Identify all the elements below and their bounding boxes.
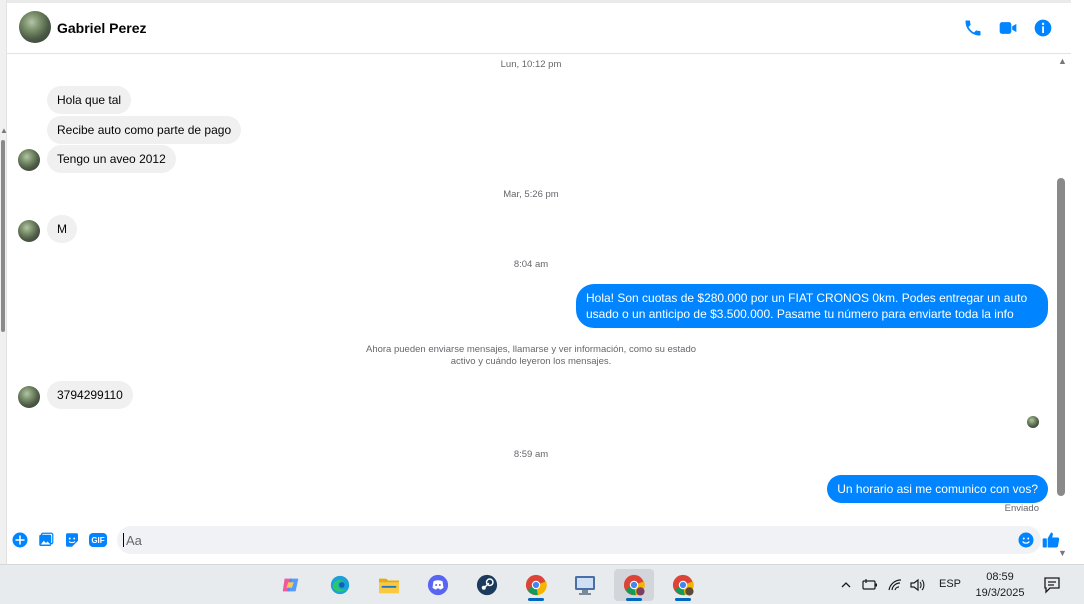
timestamp: 8:04 am — [513, 259, 549, 270]
steam-icon[interactable] — [467, 569, 507, 601]
chrome-profile-2-icon[interactable] — [614, 569, 654, 601]
battery-icon[interactable] — [862, 578, 878, 592]
plus-circle-icon[interactable] — [11, 531, 29, 549]
gif-icon[interactable]: GIF — [89, 533, 107, 547]
running-indicator — [675, 598, 691, 601]
windows-taskbar: ESP 08:59 19/3/2025 — [0, 564, 1084, 604]
seen-avatar — [1027, 416, 1039, 428]
running-indicator — [528, 598, 544, 601]
incoming-message[interactable]: 3794299110 — [47, 381, 133, 409]
delivery-status: Enviado — [1004, 503, 1039, 514]
contact-avatar-small[interactable] — [18, 220, 40, 242]
like-icon[interactable] — [1041, 530, 1061, 550]
message-thread[interactable]: Lun, 10:12 pm Hola que tal Recibe auto c… — [7, 54, 1055, 520]
emoji-icon[interactable] — [1017, 531, 1035, 549]
chrome-profile-3-icon[interactable] — [663, 569, 703, 601]
gif-label: GIF — [91, 535, 105, 545]
outgoing-message[interactable]: Hola! Son cuotas de $280.000 por un FIAT… — [576, 284, 1048, 328]
incoming-message[interactable]: Recibe auto como parte de pago — [47, 116, 242, 144]
privacy-notice-line: activo y cuándo leyeron los mensajes. — [450, 356, 612, 367]
left-scroll-thumb[interactable] — [1, 140, 5, 332]
outgoing-message[interactable]: Un horario asi me comunico con vos? — [827, 475, 1048, 503]
contact-avatar-small[interactable] — [18, 149, 40, 171]
system-clock[interactable]: 08:59 19/3/2025 — [965, 569, 1035, 601]
wifi-icon[interactable] — [887, 578, 903, 592]
messenger-window: ▲ Gabriel Perez Lun, 10:12 pm Hola que t… — [0, 0, 1084, 604]
contact-avatar[interactable] — [19, 11, 51, 43]
discord-icon[interactable] — [418, 569, 458, 601]
thread-scrollbar[interactable]: ▲ ▼ — [1055, 54, 1071, 564]
message-composer: GIF Aa — [7, 522, 1060, 562]
volume-icon[interactable] — [910, 578, 926, 592]
incoming-message[interactable]: Tengo un aveo 2012 — [47, 145, 176, 173]
edge-browser-icon[interactable] — [320, 569, 360, 601]
clock-time: 08:59 — [986, 571, 1014, 583]
remote-desktop-icon[interactable] — [565, 569, 605, 601]
incoming-message[interactable]: M — [47, 215, 77, 243]
chevron-up-icon[interactable] — [840, 579, 852, 591]
video-icon[interactable] — [998, 18, 1018, 38]
phone-icon[interactable] — [963, 18, 983, 38]
scroll-up-arrow-icon[interactable]: ▲ — [1058, 56, 1067, 66]
image-icon[interactable] — [37, 531, 55, 549]
copilot-icon[interactable] — [271, 569, 311, 601]
timestamp: Mar, 5:26 pm — [503, 189, 559, 200]
contact-avatar-small[interactable] — [18, 386, 40, 408]
running-indicator — [626, 598, 642, 601]
timestamp: 8:59 am — [513, 449, 549, 460]
left-scrollbar[interactable]: ▲ — [0, 0, 8, 564]
chrome-profile-1-icon[interactable] — [516, 569, 556, 601]
chat-header: Gabriel Perez — [7, 0, 1071, 54]
sticker-icon[interactable] — [63, 531, 81, 549]
header-top-border — [7, 0, 1071, 3]
notification-center-icon[interactable] — [1043, 576, 1061, 594]
message-input[interactable]: Aa — [117, 526, 1041, 554]
file-explorer-icon[interactable] — [369, 569, 409, 601]
text-caret — [123, 533, 124, 547]
privacy-notice: Ahora pueden enviarse mensajes, llamarse… — [7, 344, 1055, 368]
incoming-message[interactable]: Hola que tal — [47, 86, 132, 114]
contact-name[interactable]: Gabriel Perez — [57, 20, 147, 36]
language-indicator[interactable]: ESP — [939, 578, 961, 590]
clock-date: 19/3/2025 — [975, 587, 1025, 599]
privacy-notice-line: Ahora pueden enviarse mensajes, llamarse… — [365, 344, 697, 355]
message-input-placeholder: Aa — [126, 533, 142, 548]
info-icon[interactable] — [1033, 18, 1053, 38]
timestamp: Lun, 10:12 pm — [500, 59, 562, 70]
thread-scroll-thumb[interactable] — [1057, 178, 1065, 496]
